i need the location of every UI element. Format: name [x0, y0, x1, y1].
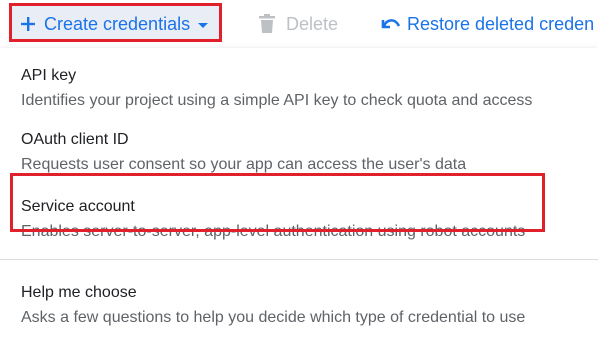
- menu-item-api-key[interactable]: API key Identifies your project using a …: [0, 66, 598, 111]
- menu-item-service-account[interactable]: Service account Enables server-to-server…: [0, 197, 598, 242]
- menu-divider: [0, 259, 598, 260]
- menu-item-description: Identifies your project using a simple A…: [21, 92, 533, 109]
- menu-item-help-me-choose[interactable]: Help me choose Asks a few questions to h…: [0, 283, 598, 328]
- delete-button[interactable]: Delete: [258, 6, 338, 42]
- restore-label: Restore deleted creden: [407, 13, 595, 34]
- toolbar: Create credentials Delete Restore delete…: [0, 0, 598, 48]
- menu-item-description: Requests user consent so your app can ac…: [21, 156, 467, 173]
- menu-item-oauth-client-id[interactable]: OAuth client ID Requests user consent so…: [0, 130, 598, 175]
- caret-down-icon: [198, 22, 209, 28]
- menu-item-title: API key: [21, 67, 77, 84]
- menu-item-title: Help me choose: [21, 284, 137, 301]
- plus-icon: [21, 17, 35, 31]
- delete-label: Delete: [286, 13, 339, 34]
- menu-item-title: Service account: [21, 198, 135, 215]
- credentials-page: Create credentials Delete Restore delete…: [0, 0, 598, 346]
- restore-deleted-credentials-button[interactable]: Restore deleted creden: [379, 6, 594, 42]
- create-credentials-menu: API key Identifies your project using a …: [0, 48, 598, 346]
- trash-icon: [259, 14, 275, 33]
- menu-item-title: OAuth client ID: [21, 131, 129, 148]
- menu-item-description: Enables server-to-server, app-level auth…: [21, 223, 526, 240]
- undo-icon: [381, 19, 401, 29]
- create-credentials-label: Create credentials: [44, 13, 191, 34]
- create-credentials-button[interactable]: Create credentials: [12, 6, 219, 42]
- menu-item-description: Asks a few questions to help you decide …: [21, 309, 526, 326]
